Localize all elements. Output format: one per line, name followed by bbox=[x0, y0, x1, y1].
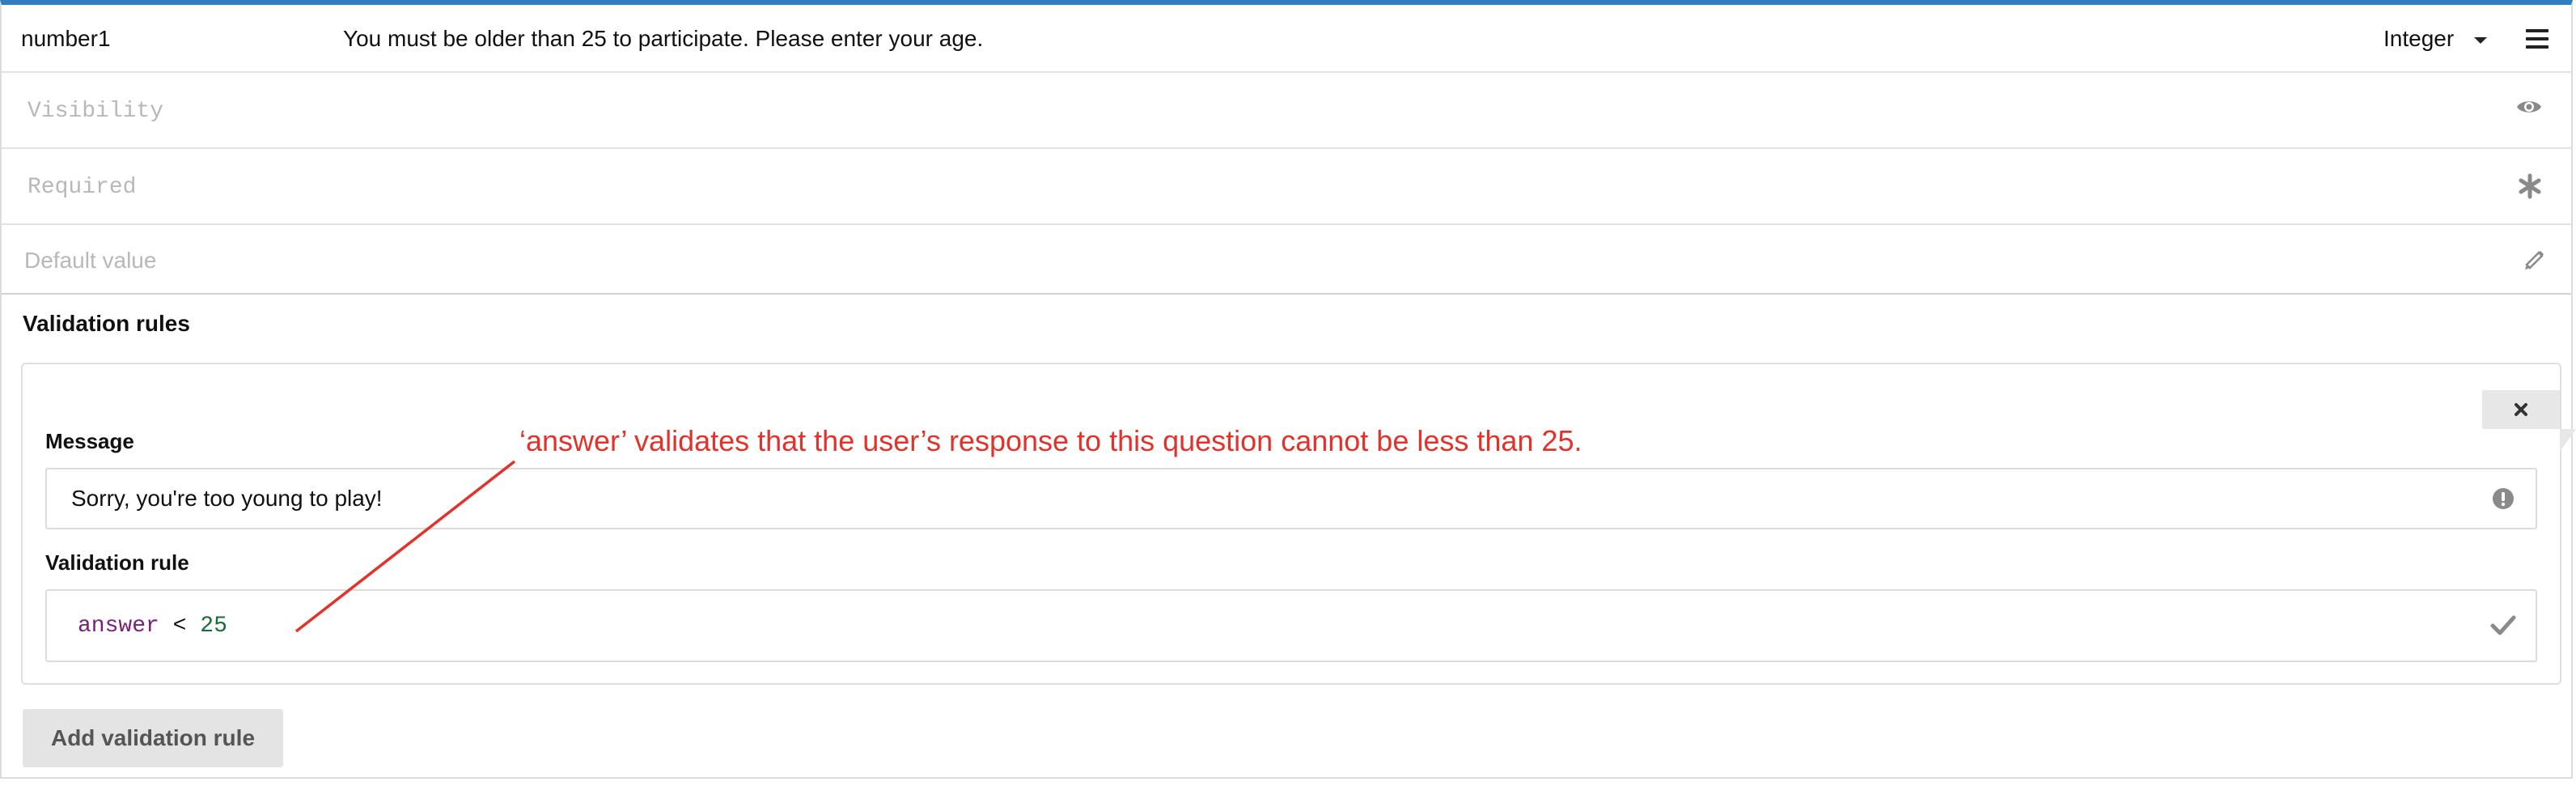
visibility-row[interactable]: Visibility bbox=[2, 73, 2571, 149]
validation-rule-label: Validation rule bbox=[45, 550, 189, 575]
pencil-icon bbox=[2525, 251, 2544, 270]
question-label[interactable]: You must be older than 25 to participate… bbox=[343, 26, 983, 52]
required-input[interactable]: Required bbox=[28, 175, 136, 200]
rule-token-number: 25 bbox=[200, 614, 227, 639]
checkmark-icon bbox=[2490, 615, 2516, 635]
add-validation-rule-button[interactable]: Add validation rule bbox=[23, 709, 283, 767]
rule-token-operator: < bbox=[172, 614, 187, 639]
validation-rules-title: Validation rules bbox=[23, 311, 190, 336]
question-name[interactable]: number1 bbox=[21, 26, 111, 52]
required-row[interactable]: Required bbox=[2, 149, 2571, 225]
visibility-input[interactable]: Visibility bbox=[28, 99, 163, 124]
question-editor: number1 You must be older than 25 to par… bbox=[0, 0, 2576, 779]
close-icon bbox=[2515, 403, 2527, 416]
exclamation-circle-icon bbox=[2493, 488, 2514, 509]
annotation-text: ‘answer’ validates that the user’s respo… bbox=[519, 424, 1582, 457]
asterisk-icon bbox=[2519, 173, 2541, 199]
menu-icon[interactable] bbox=[2526, 29, 2548, 49]
remove-rule-button[interactable] bbox=[2482, 390, 2560, 429]
question-header-row: number1 You must be older than 25 to par… bbox=[2, 5, 2571, 73]
default-value-input[interactable]: Default value bbox=[24, 248, 156, 274]
caret-down-icon[interactable] bbox=[2474, 37, 2487, 44]
eye-icon bbox=[2517, 101, 2541, 113]
question-type-select[interactable]: Integer bbox=[2383, 26, 2454, 52]
default-value-row[interactable]: Default value bbox=[2, 225, 2571, 295]
annotation-arrow bbox=[294, 460, 516, 633]
message-label: Message bbox=[45, 429, 134, 453]
rule-token-variable: answer bbox=[78, 614, 159, 639]
validation-rule-code[interactable]: answer < 25 bbox=[78, 614, 227, 639]
remove-button-tail bbox=[2560, 429, 2576, 452]
